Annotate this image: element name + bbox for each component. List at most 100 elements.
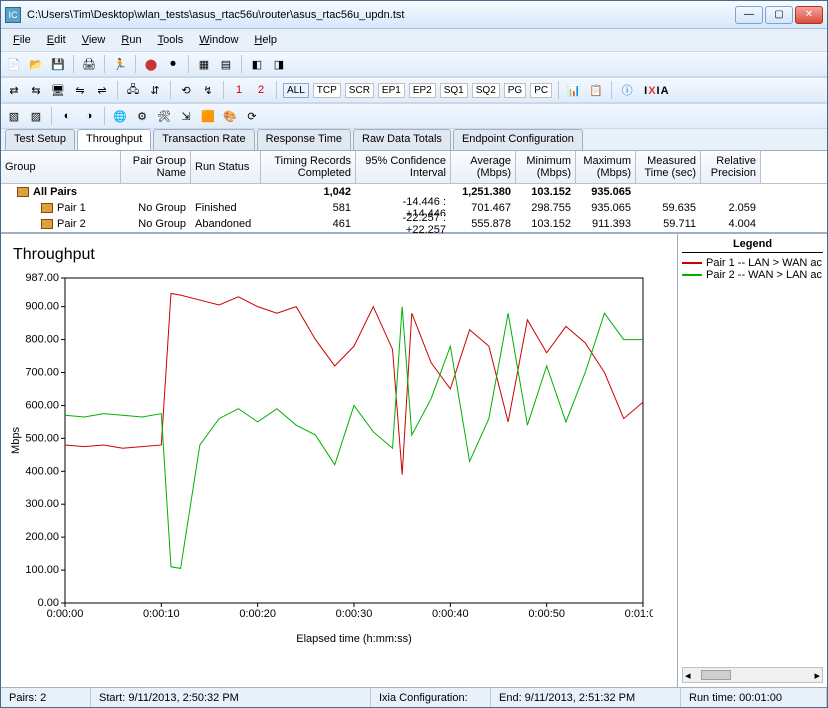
svg-text:0:00:10: 0:00:10 [143,608,180,620]
menu-window[interactable]: Window [191,32,246,48]
legend-item-2[interactable]: Pair 2 -- WAN > LAN ac [682,269,823,281]
run-icon[interactable]: 🏃 [111,55,129,73]
filter-ep1-button[interactable]: EP1 [378,83,405,98]
filter-all-button[interactable]: ALL [283,83,309,98]
legend-item-1[interactable]: Pair 1 -- LAN > WAN ac [682,257,823,269]
menu-run[interactable]: Run [113,32,149,48]
cell-avg: 555.878 [451,216,516,232]
table-row[interactable]: Pair 2No GroupAbandoned461-22.257 : +22.… [1,216,827,232]
scale-1-icon[interactable]: 1 [230,81,248,99]
col-header-rs[interactable]: Run Status [191,151,261,183]
legend-title: Legend [682,238,823,253]
cell-prec: 4.004 [701,216,761,232]
tb3-icon-8[interactable]: ⇲ [177,107,195,125]
tool-icon-3[interactable]: ◧ [248,55,266,73]
menu-help[interactable]: Help [246,32,285,48]
col-header-ci[interactable]: 95% Confidence Interval [356,151,451,183]
tool-icon-4[interactable]: ◨ [270,55,288,73]
chart-area: Throughput 0.00100.00200.00300.00400.005… [1,234,677,687]
cell-avg: 1,251.380 [451,184,516,200]
tool-icon-1[interactable]: ▦ [195,55,213,73]
col-header-time[interactable]: Measured Time (sec) [636,151,701,183]
col-header-max[interactable]: Maximum (Mbps) [576,151,636,183]
tb3-icon-11[interactable]: ⟳ [243,107,261,125]
svg-text:700.00: 700.00 [25,367,59,379]
filter-scr-button[interactable]: SCR [345,83,374,98]
tab-test-setup[interactable]: Test Setup [5,129,75,150]
cell-tr: 581 [261,200,356,216]
col-header-pgn[interactable]: Pair Group Name [121,151,191,183]
svg-text:0:00:20: 0:00:20 [239,608,276,620]
cell-time [636,184,701,200]
pairs-icon-1[interactable]: ⇄ [5,81,23,99]
print-icon[interactable]: 🖨 [80,55,98,73]
tb3-icon-5[interactable]: 🌐 [111,107,129,125]
open-icon[interactable]: 📂 [27,55,45,73]
filter-pg-button[interactable]: PG [504,83,526,98]
pairs-icon-7[interactable]: ⇵ [146,81,164,99]
tb3-icon-6[interactable]: ⚙ [133,107,151,125]
stop-icon[interactable]: ⬤ [142,55,160,73]
filter-sq1-button[interactable]: SQ1 [440,83,468,98]
tab-endpoint-configuration[interactable]: Endpoint Configuration [453,129,583,150]
cell-pgn: No Group [121,216,191,232]
info-icon[interactable]: ⓘ [618,81,636,99]
svg-text:300.00: 300.00 [25,498,59,510]
app-window: IC C:\Users\Tim\Desktop\wlan_tests\asus_… [0,0,828,708]
tb3-icon-1[interactable]: ▧ [5,107,23,125]
cell-prec [701,184,761,200]
tb3-icon-10[interactable]: 🎨 [221,107,239,125]
pairs-icon-3[interactable]: 🖥 [49,81,67,99]
svg-text:987.00: 987.00 [25,272,59,284]
menu-edit[interactable]: Edit [39,32,74,48]
record-icon[interactable]: ⏺ [164,55,182,73]
menu-tools[interactable]: Tools [150,32,192,48]
tb3-icon-3[interactable]: ◐ [58,107,76,125]
pairs-icon-9[interactable]: ↯ [199,81,217,99]
pair-icon [41,203,53,213]
legend-scrollbar[interactable]: ◂ ▸ [682,667,823,683]
svg-text:0:01:00: 0:01:00 [625,608,653,620]
tab-response-time[interactable]: Response Time [257,129,351,150]
pairs-icon-2[interactable]: ⇆ [27,81,45,99]
tb3-icon-2[interactable]: ▨ [27,107,45,125]
save-icon[interactable]: 💾 [49,55,67,73]
menu-view[interactable]: View [74,32,114,48]
export-icon-2[interactable]: 📋 [587,81,605,99]
tab-transaction-rate[interactable]: Transaction Rate [153,129,254,150]
col-header-min[interactable]: Minimum (Mbps) [516,151,576,183]
titlebar[interactable]: IC C:\Users\Tim\Desktop\wlan_tests\asus_… [1,1,827,29]
tab-raw-data-totals[interactable]: Raw Data Totals [353,129,451,150]
tool-icon-2[interactable]: ▤ [217,55,235,73]
export-icon-1[interactable]: 📊 [565,81,583,99]
svg-text:500.00: 500.00 [25,432,59,444]
new-icon[interactable]: 📄 [5,55,23,73]
pairs-icon-5[interactable]: ⇌ [93,81,111,99]
tb3-icon-4[interactable]: ◑ [80,107,98,125]
scale-2-icon[interactable]: 2 [252,81,270,99]
tab-throughput[interactable]: Throughput [77,129,151,150]
maximize-button[interactable]: ▢ [765,6,793,24]
menu-file[interactable]: File [5,32,39,48]
close-button[interactable]: ✕ [795,6,823,24]
pairs-icon-4[interactable]: ⇋ [71,81,89,99]
minimize-button[interactable]: — [735,6,763,24]
pairs-icon-6[interactable]: 🖧 [124,81,142,99]
ixia-logo: IXIA [644,83,669,97]
status-pairs: Pairs: 2 [1,688,91,707]
filter-sq2-button[interactable]: SQ2 [472,83,500,98]
filter-pc-button[interactable]: PC [530,83,552,98]
cell-rs [191,184,261,200]
svg-text:800.00: 800.00 [25,334,59,346]
svg-text:Mbps: Mbps [10,427,22,454]
filter-ep2-button[interactable]: EP2 [409,83,436,98]
col-header-tr[interactable]: Timing Records Completed [261,151,356,183]
col-header-group[interactable]: Group [1,151,121,183]
col-header-prec[interactable]: Relative Precision [701,151,761,183]
status-start: Start: 9/11/2013, 2:50:32 PM [91,688,371,707]
tb3-icon-9[interactable]: 🟧 [199,107,217,125]
tb3-icon-7[interactable]: 🛠 [155,107,173,125]
pairs-icon-8[interactable]: ⟲ [177,81,195,99]
col-header-avg[interactable]: Average (Mbps) [451,151,516,183]
filter-tcp-button[interactable]: TCP [313,83,341,98]
